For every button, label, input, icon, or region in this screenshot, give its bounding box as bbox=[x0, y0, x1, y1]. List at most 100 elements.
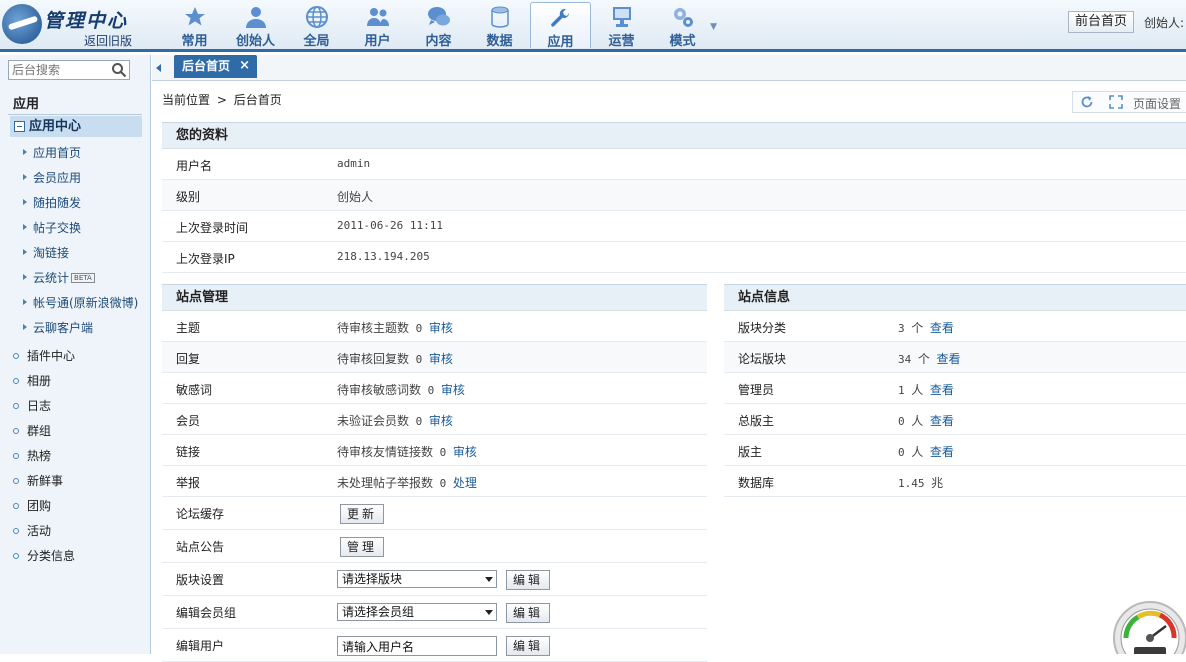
row-key: 论坛版块 bbox=[738, 352, 787, 366]
sidebar-item-blog[interactable]: 日志 bbox=[13, 397, 51, 414]
chevron-down-icon bbox=[485, 610, 493, 615]
nav-users[interactable]: 用户 bbox=[347, 0, 408, 50]
row-key: 上次登录IP bbox=[176, 252, 235, 266]
search-input[interactable] bbox=[9, 61, 109, 79]
sidebar-item-cloud-stats[interactable]: 云统计 BETA bbox=[23, 269, 95, 286]
view-link[interactable]: 查看 bbox=[930, 383, 954, 397]
update-cache-button[interactable]: 更新 bbox=[340, 504, 385, 524]
wrench-icon bbox=[550, 8, 569, 27]
view-link[interactable]: 查看 bbox=[930, 414, 954, 428]
nav-label: 应用 bbox=[547, 35, 574, 50]
sidebar-item-snap-post[interactable]: 随拍随发 bbox=[23, 194, 81, 211]
sidebar-item-group-buy[interactable]: 团购 bbox=[13, 497, 51, 514]
edit-forum-button[interactable]: 编辑 bbox=[506, 570, 551, 590]
review-link[interactable]: 审核 bbox=[429, 321, 453, 335]
nav-founder[interactable]: 创始人 bbox=[225, 0, 286, 50]
tab-admin-home[interactable]: 后台首页 × bbox=[174, 55, 257, 78]
sidebar-item-label: 新鲜事 bbox=[27, 474, 64, 488]
sidebar-item-hot[interactable]: 热榜 bbox=[13, 447, 51, 464]
row-count: 0 bbox=[439, 446, 447, 459]
table-row: 上次登录时间 2011-06-26 11:11 bbox=[162, 211, 1186, 242]
breadcrumb-prefix: 当前位置 bbox=[162, 93, 211, 107]
sidebar-group-app-center[interactable]: 应用中心 bbox=[10, 116, 142, 137]
row-value: 2011-06-26 11:11 bbox=[337, 219, 443, 232]
nav-apps[interactable]: 应用 bbox=[530, 2, 591, 50]
row-count: 0 bbox=[415, 415, 423, 428]
sidebar-item-account-link[interactable]: 帐号通(原新浪微博) bbox=[23, 294, 138, 311]
tab-scroll-left-icon[interactable] bbox=[156, 64, 161, 72]
bullet-icon bbox=[13, 528, 19, 534]
row-key: 举报 bbox=[176, 476, 201, 490]
table-row: 上次登录IP 218.13.194.205 bbox=[162, 242, 1186, 273]
review-link[interactable]: 审核 bbox=[429, 414, 453, 428]
breadcrumb-current: 后台首页 bbox=[233, 93, 282, 107]
nav-mode[interactable]: 模式 ▼ bbox=[652, 0, 717, 50]
review-link[interactable]: 审核 bbox=[441, 383, 465, 397]
fullscreen-icon[interactable] bbox=[1109, 95, 1123, 109]
front-home-button[interactable]: 前台首页 bbox=[1067, 11, 1134, 33]
sidebar-item-classified[interactable]: 分类信息 bbox=[13, 547, 75, 564]
review-link[interactable]: 审核 bbox=[429, 352, 453, 366]
chat-bubbles-icon bbox=[427, 7, 450, 26]
bullet-icon bbox=[13, 478, 19, 484]
edit-user-button[interactable]: 编辑 bbox=[506, 636, 551, 656]
page-settings-button[interactable]: 页面设置 bbox=[1133, 95, 1181, 112]
sidebar-item-label: 应用首页 bbox=[33, 146, 82, 160]
sidebar-item-events[interactable]: 活动 bbox=[13, 522, 51, 539]
nav-label: 模式 bbox=[669, 34, 696, 49]
view-link[interactable]: 查看 bbox=[930, 445, 954, 459]
sidebar-item-tao-links[interactable]: 淘链接 bbox=[23, 244, 69, 261]
usergroup-select[interactable]: 请选择会员组 bbox=[337, 603, 497, 621]
table-row: 级别 创始人 bbox=[162, 180, 1186, 211]
refresh-icon[interactable] bbox=[1080, 95, 1094, 109]
forum-select[interactable]: 请选择版块 bbox=[337, 570, 497, 588]
manage-notice-button[interactable]: 管理 bbox=[340, 537, 385, 557]
table-row: 会员 未验证会员数 0 审核 bbox=[162, 404, 707, 435]
nav-label: 用户 bbox=[364, 34, 391, 49]
nav-content[interactable]: 内容 bbox=[408, 0, 469, 50]
sidebar-item-groups[interactable]: 群组 bbox=[13, 422, 51, 439]
panel-title: 站点管理 bbox=[162, 285, 707, 311]
view-link[interactable]: 查看 bbox=[930, 321, 954, 335]
search-icon[interactable] bbox=[111, 62, 127, 78]
sidebar-item-label: 淘链接 bbox=[33, 246, 70, 260]
nav-global[interactable]: 全局 bbox=[286, 0, 347, 50]
sidebar-item-cloud-chat[interactable]: 云聊客户端 bbox=[23, 319, 93, 336]
sidebar-item-thread-exchange[interactable]: 帖子交换 bbox=[23, 219, 81, 236]
row-key: 版主 bbox=[738, 445, 763, 459]
logo-title: 管理中心 bbox=[44, 10, 129, 32]
nav-data[interactable]: 数据 bbox=[469, 0, 530, 50]
back-to-old-version-link[interactable]: 返回旧版 bbox=[84, 32, 132, 49]
row-unit: 兆 bbox=[931, 476, 944, 490]
top-header: 管理中心 返回旧版 常用 创始人 全局 用户 内容 数据 应用 运营 模式 ▼ … bbox=[0, 0, 1186, 52]
sidebar-item-news[interactable]: 新鲜事 bbox=[13, 472, 63, 489]
row-value: 34 个 查看 bbox=[898, 350, 961, 367]
speed-gauge-icon[interactable] bbox=[1110, 598, 1186, 654]
sidebar-item-label: 云聊客户端 bbox=[33, 321, 94, 335]
handle-link[interactable]: 处理 bbox=[453, 476, 477, 490]
nav-operations[interactable]: 运营 bbox=[591, 0, 652, 50]
table-row: 用户名 admin bbox=[162, 149, 1186, 180]
logo[interactable]: 管理中心 返回旧版 bbox=[0, 0, 150, 50]
mode-dropdown-caret-icon[interactable]: ▼ bbox=[710, 22, 717, 32]
nav-common[interactable]: 常用 bbox=[164, 0, 225, 50]
sidebar-item-app-home[interactable]: 应用首页 bbox=[23, 144, 81, 161]
nav-label: 常用 bbox=[181, 34, 208, 49]
close-icon[interactable]: × bbox=[239, 55, 250, 77]
edit-usergroup-button[interactable]: 编辑 bbox=[506, 603, 551, 623]
bullet-icon bbox=[13, 428, 19, 434]
username-input[interactable] bbox=[337, 636, 497, 656]
sidebar-item-member-apps[interactable]: 会员应用 bbox=[23, 169, 81, 186]
table-row: 总版主 0 人 查看 bbox=[724, 404, 1186, 435]
sidebar-item-label: 相册 bbox=[27, 374, 52, 388]
row-key: 版块分类 bbox=[738, 321, 787, 335]
row-unit: 人 bbox=[911, 414, 924, 428]
sidebar-item-plugins[interactable]: 插件中心 bbox=[13, 347, 75, 364]
breadcrumb: 当前位置 > 后台首页 bbox=[162, 91, 282, 108]
view-link[interactable]: 查看 bbox=[937, 352, 961, 366]
row-value: 创始人 bbox=[337, 188, 373, 205]
nav-label: 创始人 bbox=[235, 34, 275, 49]
row-count: 1.45 bbox=[898, 477, 925, 490]
review-link[interactable]: 审核 bbox=[453, 445, 477, 459]
sidebar-item-album[interactable]: 相册 bbox=[13, 372, 51, 389]
